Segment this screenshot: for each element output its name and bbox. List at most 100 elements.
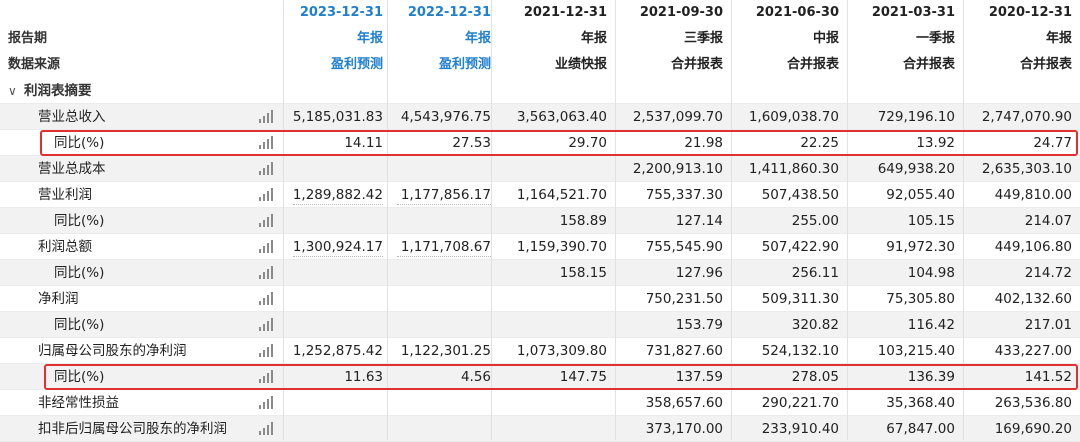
row-label: 营业总成本 — [38, 161, 106, 177]
header-source-4: 合并报表 — [786, 57, 839, 72]
value-cell: 320.82 — [791, 317, 839, 333]
value-cell — [283, 416, 383, 442]
row-label-cell: 利润总额 — [0, 234, 283, 260]
section-profit-summary[interactable]: ∨ 利润表摘要 — [0, 78, 1080, 104]
header-date-3: 2021-09-30 — [639, 5, 723, 20]
value-cell: 373,170.00 — [645, 421, 723, 437]
value-cell: 649,938.20 — [877, 161, 955, 177]
header-type-6: 年报 — [1045, 31, 1072, 46]
value-cell: 729,196.10 — [877, 109, 955, 125]
value-cell: 217.01 — [1024, 317, 1072, 333]
bar-chart-icon[interactable] — [259, 344, 273, 357]
row-label: 净利润 — [38, 291, 79, 307]
value-cell: 158.89 — [559, 213, 607, 229]
value-cell — [387, 312, 491, 338]
value-cell — [491, 390, 607, 416]
value-cell: 449,810.00 — [994, 187, 1072, 203]
value-cell: 169,690.20 — [994, 421, 1072, 437]
bar-chart-icon[interactable] — [259, 110, 273, 123]
chevron-down-icon[interactable]: ∨ — [8, 78, 17, 104]
bar-chart-icon[interactable] — [259, 396, 273, 409]
row-label: 非经常性损益 — [38, 395, 119, 411]
value-cell: 1,252,875.42 — [292, 343, 383, 359]
value-cell — [491, 312, 607, 338]
row-label: 利润总额 — [38, 239, 92, 255]
value-cell — [283, 390, 383, 416]
value-cell: 158.15 — [559, 265, 607, 281]
value-cell — [283, 208, 383, 234]
value-cell — [491, 416, 607, 442]
value-cell: 731,827.60 — [645, 343, 723, 359]
highlight-box — [40, 130, 1078, 156]
bar-chart-icon[interactable] — [259, 292, 273, 305]
value-cell: 255.00 — [791, 213, 839, 229]
header-source-3: 合并报表 — [670, 57, 723, 72]
table-row: 同比(%) 158.89 127.14 255.00 105.15 214.07 — [0, 208, 1080, 234]
bar-chart-icon[interactable] — [259, 162, 273, 175]
value-cell: 2,635,303.10 — [981, 161, 1072, 177]
table-row: 同比(%) 153.79 320.82 116.42 217.01 — [0, 312, 1080, 338]
row-label-cell: 营业利润 — [0, 182, 283, 208]
bar-chart-icon[interactable] — [259, 214, 273, 227]
value-cell: 67,847.00 — [886, 421, 955, 437]
table-row: 扣非后归属母公司股东的净利润 373,170.00 233,910.40 67,847… — [0, 416, 1080, 442]
value-cell: 2,747,070.90 — [981, 109, 1072, 125]
table-row: 营业总收入 5,185,031.83 4,543,976.75 3,563,063.4… — [0, 104, 1080, 130]
row-label-cell: 归属母公司股东的净利润 — [0, 338, 283, 364]
row-label: 同比(%) — [54, 265, 105, 281]
bar-chart-icon[interactable] — [259, 240, 273, 253]
header-date-4: 2021-06-30 — [755, 5, 839, 20]
value-cell: 214.07 — [1024, 213, 1072, 229]
value-cell: 263,536.80 — [994, 395, 1072, 411]
header-date-1: 2022-12-31 — [407, 5, 491, 20]
header-type-1: 年报 — [464, 31, 491, 46]
row-label-cell: 营业总收入 — [0, 104, 283, 130]
value-cell: 449,106.80 — [994, 239, 1072, 255]
row-label: 同比(%) — [54, 317, 105, 333]
value-cell — [283, 286, 383, 312]
bar-chart-icon[interactable] — [259, 318, 273, 331]
value-cell: 105.15 — [907, 213, 955, 229]
value-cell — [387, 156, 491, 182]
forecast-underline — [397, 256, 491, 257]
value-cell: 433,227.00 — [994, 343, 1072, 359]
value-cell: 755,337.30 — [645, 187, 723, 203]
header-source-2: 业绩快报 — [554, 57, 607, 72]
value-cell — [387, 286, 491, 312]
header-type-3: 三季报 — [683, 31, 723, 46]
row-label: 营业总收入 — [38, 109, 106, 125]
value-cell: 256.11 — [791, 265, 839, 281]
value-cell — [387, 416, 491, 442]
table-header: 报告期 数据来源 2023-12-31 年报 盈利预测 2022-12-31 年报 盈利预… — [0, 0, 1080, 78]
table-row: 营业利润 1,289,882.42 1,177,856.17 1,164,521.70… — [0, 182, 1080, 208]
header-type-2: 年报 — [580, 31, 607, 46]
value-cell: 1,164,521.70 — [516, 187, 607, 203]
bar-chart-icon[interactable] — [259, 188, 273, 201]
value-cell: 3,563,063.40 — [516, 109, 607, 125]
bar-chart-icon[interactable] — [259, 422, 273, 435]
value-cell — [387, 208, 491, 234]
table-row: 营业总成本 2,200,913.10 1,411,860.30 649,938.20 2… — [0, 156, 1080, 182]
forecast-underline — [397, 204, 491, 205]
value-cell: 750,231.50 — [645, 291, 723, 307]
bar-chart-icon[interactable] — [259, 266, 273, 279]
header-type-0: 年报 — [356, 31, 383, 46]
value-cell: 103,215.40 — [877, 343, 955, 359]
value-cell: 1,609,038.70 — [748, 109, 839, 125]
value-cell: 358,657.60 — [645, 395, 723, 411]
value-cell: 2,537,099.70 — [632, 109, 723, 125]
value-cell: 1,073,309.80 — [516, 343, 607, 359]
data-source-label: 数据来源 — [8, 57, 61, 72]
header-type-4: 中报 — [812, 31, 839, 46]
value-cell: 2,200,913.10 — [632, 161, 723, 177]
report-period-label: 报告期 — [8, 31, 48, 46]
value-cell — [387, 260, 491, 286]
financial-table: 报告期 数据来源 2023-12-31 年报 盈利预测 2022-12-31 年报 盈利预… — [0, 0, 1080, 442]
value-cell: 507,438.50 — [761, 187, 839, 203]
value-cell: 92,055.40 — [886, 187, 955, 203]
value-cell: 116.42 — [907, 317, 955, 333]
row-label: 营业利润 — [38, 187, 92, 203]
forecast-underline — [293, 256, 383, 257]
value-cell — [283, 260, 383, 286]
value-cell: 1,411,860.30 — [748, 161, 839, 177]
